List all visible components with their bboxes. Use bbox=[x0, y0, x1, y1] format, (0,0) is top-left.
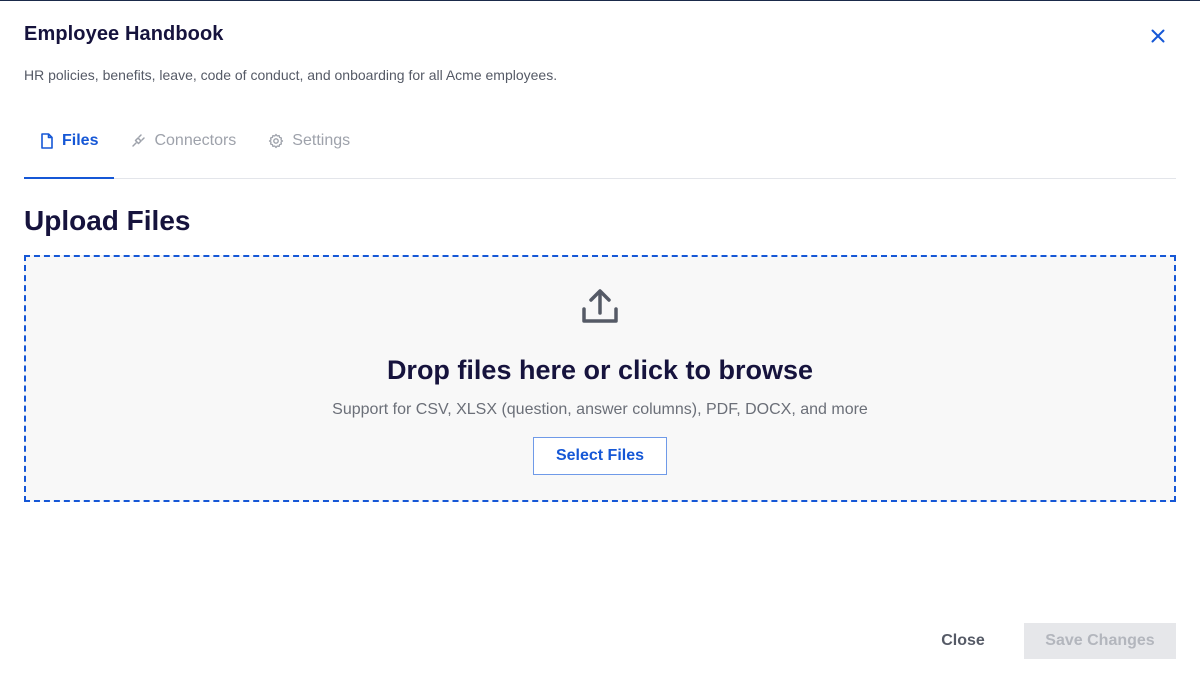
select-files-button[interactable]: Select Files bbox=[533, 437, 667, 475]
tab-files-label: Files bbox=[62, 131, 99, 149]
tab-bar: Files Connectors Settings bbox=[24, 119, 1176, 179]
dialog-subtitle: HR policies, benefits, leave, code of co… bbox=[24, 67, 558, 83]
tab-connectors-label: Connectors bbox=[154, 131, 237, 149]
tab-files[interactable]: Files bbox=[24, 111, 115, 179]
file-icon bbox=[40, 132, 54, 149]
upload-section-title: Upload Files bbox=[24, 205, 191, 236]
dialog: Employee Handbook HR policies, benefits,… bbox=[0, 0, 1200, 682]
file-dropzone[interactable]: Drop files here or click to browse Suppo… bbox=[24, 255, 1176, 502]
gear-icon bbox=[268, 133, 284, 149]
tab-settings[interactable]: Settings bbox=[252, 111, 366, 170]
save-changes-button[interactable]: Save Changes bbox=[1024, 623, 1176, 659]
dialog-title: Employee Handbook bbox=[24, 23, 224, 45]
close-button[interactable]: Close bbox=[926, 623, 1000, 659]
plug-icon bbox=[130, 133, 146, 149]
dropzone-subtitle: Support for CSV, XLSX (question, answer … bbox=[332, 401, 868, 418]
tab-settings-label: Settings bbox=[292, 131, 351, 149]
dropzone-title: Drop files here or click to browse bbox=[386, 355, 814, 385]
close-icon[interactable] bbox=[1146, 25, 1170, 47]
upload-icon bbox=[580, 287, 620, 327]
tab-connectors[interactable]: Connectors bbox=[114, 111, 252, 170]
